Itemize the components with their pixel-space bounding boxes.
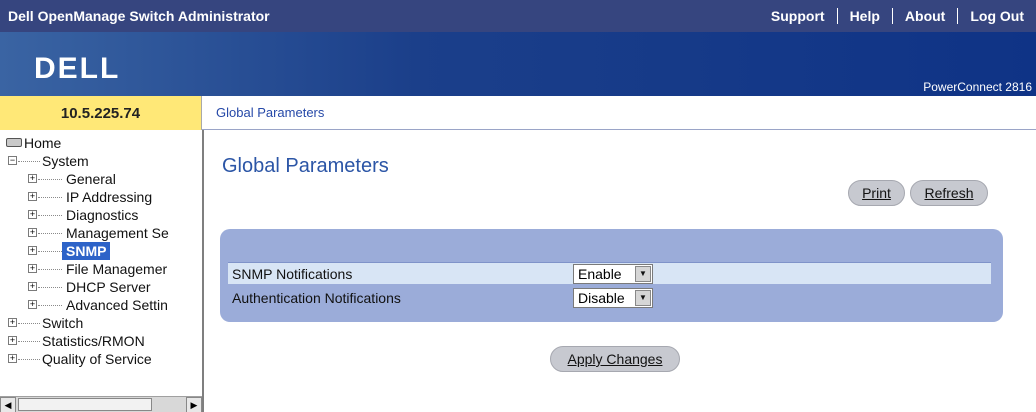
horizontal-scrollbar[interactable]: ◀ ▶ (0, 396, 202, 412)
about-link[interactable]: About (891, 8, 957, 24)
collapse-icon[interactable]: − (8, 156, 17, 165)
expand-icon[interactable]: + (28, 174, 37, 183)
expand-icon[interactable]: + (28, 264, 37, 273)
expand-icon[interactable]: + (28, 192, 37, 201)
snmp-notifications-select[interactable]: Enable ▼ (573, 264, 653, 284)
ip-address: 10.5.225.74 (0, 96, 202, 130)
scroll-left-icon[interactable]: ◀ (0, 397, 16, 412)
tree-item-snmp[interactable]: + SNMP (6, 242, 202, 260)
breadcrumb-link[interactable]: Global Parameters (216, 105, 324, 120)
top-bar: Dell OpenManage Switch Administrator Sup… (0, 0, 1036, 32)
tree-home[interactable]: Home (6, 134, 202, 152)
expand-icon[interactable]: + (28, 282, 37, 291)
page-title: Global Parameters (222, 155, 389, 177)
field-label: Authentication Notifications (232, 290, 401, 306)
tree-item-dhcp-server[interactable]: + DHCP Server (6, 278, 202, 296)
expand-icon[interactable]: + (28, 228, 37, 237)
chevron-down-icon[interactable]: ▼ (635, 266, 651, 282)
nav-tree: Home − System + General + IP Addressing … (6, 134, 202, 368)
logout-link[interactable]: Log Out (957, 8, 1036, 24)
help-link[interactable]: Help (836, 8, 892, 24)
authentication-notifications-row: Authentication Notifications Disable ▼ (228, 287, 991, 309)
expand-icon[interactable]: + (28, 246, 37, 255)
tree-item-system[interactable]: − System (6, 152, 202, 170)
dell-logo: DELL (34, 52, 121, 85)
sidebar: Home − System + General + IP Addressing … (0, 130, 204, 412)
tree-item-diagnostics[interactable]: + Diagnostics (6, 206, 202, 224)
expand-icon[interactable]: + (28, 210, 37, 219)
banner: DELL PowerConnect 2816 (0, 32, 1036, 96)
top-nav: Support Help About Log Out (759, 0, 1036, 32)
tree-item-switch[interactable]: + Switch (6, 314, 202, 332)
snmp-notifications-row: SNMP Notifications Enable ▼ (228, 262, 991, 284)
apply-changes-button[interactable]: Apply Changes (550, 346, 680, 372)
device-model: PowerConnect 2816 (923, 80, 1032, 94)
tree-item-file-management[interactable]: + File Managemer (6, 260, 202, 278)
tree-item-statistics-rmon[interactable]: + Statistics/RMON (6, 332, 202, 350)
refresh-button[interactable]: Refresh (910, 180, 988, 206)
app-title: Dell OpenManage Switch Administrator (8, 8, 270, 24)
breadcrumb: Global Parameters (202, 96, 1036, 130)
home-icon (6, 138, 22, 147)
support-link[interactable]: Support (759, 8, 837, 24)
tree-item-quality-of-service[interactable]: + Quality of Service (6, 350, 202, 368)
tree-item-management-security[interactable]: + Management Se (6, 224, 202, 242)
tree-item-ip-addressing[interactable]: + IP Addressing (6, 188, 202, 206)
expand-icon[interactable]: + (8, 354, 17, 363)
expand-icon[interactable]: + (8, 336, 17, 345)
scroll-right-icon[interactable]: ▶ (186, 397, 202, 412)
chevron-down-icon[interactable]: ▼ (635, 290, 651, 306)
field-label: SNMP Notifications (232, 265, 353, 282)
expand-icon[interactable]: + (28, 300, 37, 309)
expand-icon[interactable]: + (8, 318, 17, 327)
main-content: Global Parameters Print Refresh SNMP Not… (204, 131, 1036, 412)
tree-item-advanced-settings[interactable]: + Advanced Settin (6, 296, 202, 314)
scroll-thumb[interactable] (18, 398, 152, 411)
authentication-notifications-select[interactable]: Disable ▼ (573, 288, 653, 308)
print-button[interactable]: Print (848, 180, 905, 206)
tree-item-general[interactable]: + General (6, 170, 202, 188)
